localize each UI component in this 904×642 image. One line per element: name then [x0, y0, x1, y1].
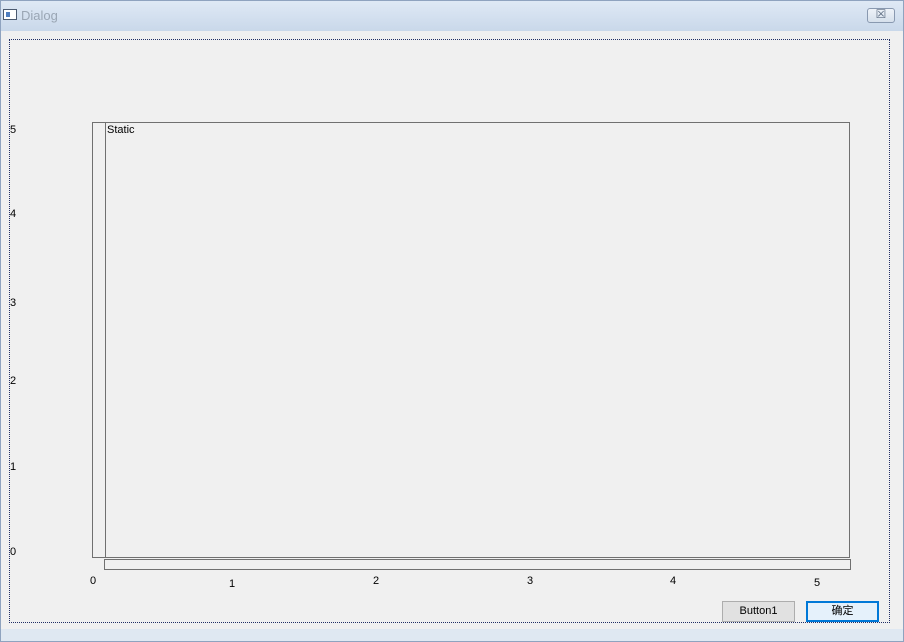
static-control	[105, 122, 850, 558]
button1[interactable]: Button1	[722, 601, 795, 622]
y-tick-label: 0	[10, 546, 17, 558]
app-icon	[3, 9, 17, 20]
x-tick-label: 5	[814, 577, 821, 589]
close-icon: ☒	[875, 7, 887, 21]
dialog-window: Dialog ☒ 5 4 3 2 1 0 Static 0 1 2 3 4 5 …	[0, 0, 904, 642]
ok-button[interactable]: 确定	[806, 601, 879, 622]
x-tick-label: 0	[90, 575, 97, 587]
static-label: Static	[107, 124, 135, 136]
window-bottom-border	[1, 629, 903, 641]
x-tick-label: 4	[670, 575, 677, 587]
y-tick-label: 1	[10, 461, 17, 473]
y-tick-label: 4	[10, 208, 17, 220]
x-tick-label: 2	[373, 575, 380, 587]
horizontal-scrollbar[interactable]	[104, 559, 851, 570]
y-tick-label: 2	[10, 375, 17, 387]
y-tick-label: 3	[10, 297, 17, 309]
title-bar[interactable]: Dialog ☒	[1, 1, 903, 31]
y-tick-label: 5	[10, 124, 17, 136]
close-button[interactable]: ☒	[867, 7, 895, 23]
x-tick-label: 3	[527, 575, 534, 587]
window-title: Dialog	[21, 8, 58, 23]
x-tick-label: 1	[229, 578, 236, 590]
